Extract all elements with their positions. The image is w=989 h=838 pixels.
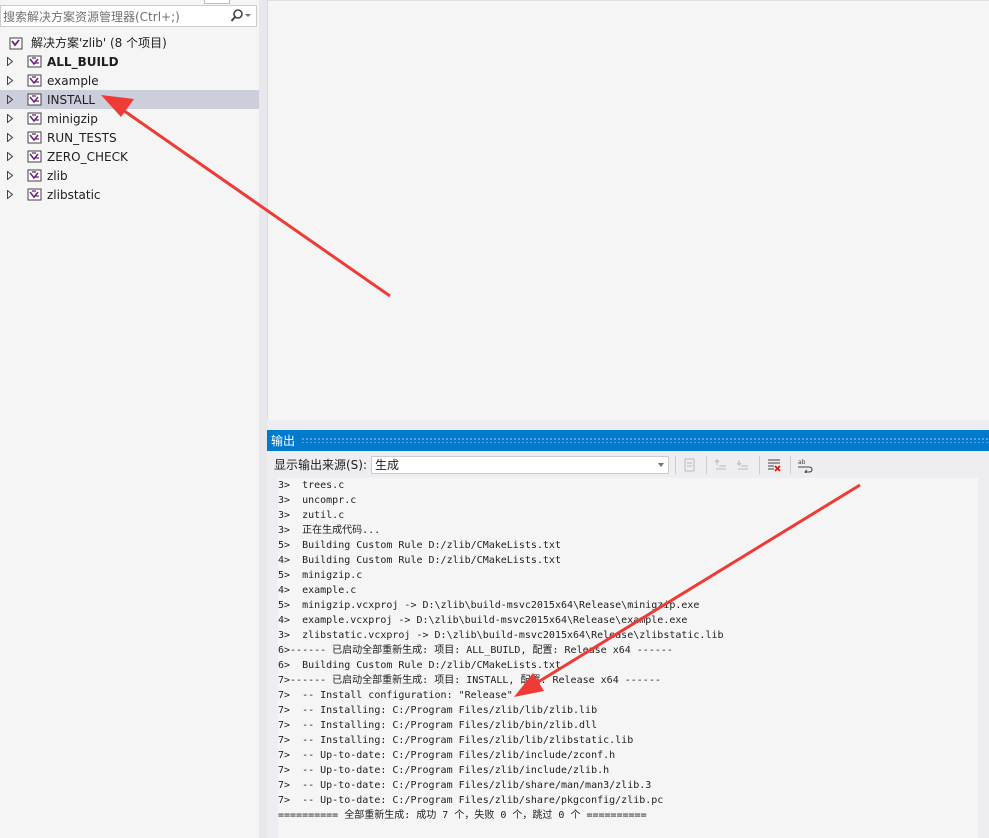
output-line: 4> example.vcxproj -> D:\zlib\build-msvc…	[278, 615, 688, 626]
output-title: 输出	[271, 434, 296, 448]
output-line: 5> Building Custom Rule D:/zlib/CMakeLis…	[278, 540, 561, 551]
output-line: 7> -- Installing: C:/Program Files/zlib/…	[278, 735, 634, 746]
output-line: 7>------ 已启动全部重新生成: 项目: INSTALL, 配置: Rel…	[278, 675, 661, 686]
output-line: 3> zlibstatic.vcxproj -> D:\zlib\build-m…	[278, 630, 724, 641]
project-label: INSTALL	[47, 92, 96, 107]
output-line: 7> -- Up-to-date: C:/Program Files/zlib/…	[278, 750, 616, 761]
expand-arrow-icon[interactable]	[7, 74, 14, 88]
vertical-splitter[interactable]	[259, 0, 267, 838]
project-item-zlibstatic[interactable]: zlibstatic	[0, 185, 259, 204]
output-line: 3> uncompr.c	[278, 495, 357, 506]
expand-arrow-icon[interactable]	[7, 93, 14, 107]
solution-label: 解决方案'zlib' (8 个项目)	[31, 36, 167, 50]
panel-edge-stub	[204, 0, 230, 4]
search-icon[interactable]	[230, 8, 252, 24]
output-line: 5> minigzip.vcxproj -> D:\zlib\build-msv…	[278, 600, 700, 611]
cpp-project-icon	[27, 74, 43, 88]
toolbar-separator	[790, 455, 792, 474]
output-line: 7> -- Up-to-date: C:/Program Files/zlib/…	[278, 795, 664, 806]
horizontal-splitter[interactable]	[267, 420, 989, 430]
output-source-dropdown[interactable]: 生成	[371, 455, 670, 474]
project-item-minigzip[interactable]: minigzip	[0, 109, 259, 128]
output-line: 6>------ 已启动全部重新生成: 项目: ALL_BUILD, 配置: R…	[278, 645, 673, 656]
go-to-next-message-button[interactable]	[733, 456, 753, 474]
cpp-project-icon	[27, 112, 43, 126]
project-label: minigzip	[47, 111, 98, 126]
clear-all-button[interactable]	[764, 456, 784, 474]
project-item-example[interactable]: example	[0, 71, 259, 90]
cpp-project-icon	[27, 188, 43, 202]
chevron-down-icon	[658, 462, 665, 467]
solution-icon	[9, 35, 25, 51]
drag-grip[interactable]	[301, 437, 989, 443]
expand-arrow-icon[interactable]	[7, 55, 14, 69]
expand-arrow-icon[interactable]	[7, 112, 14, 126]
cpp-project-icon	[27, 169, 43, 183]
go-to-previous-message-button[interactable]	[711, 456, 731, 474]
toolbar-separator	[706, 455, 708, 474]
toggle-word-wrap-button[interactable]: ab	[795, 456, 815, 474]
cpp-project-icon	[27, 150, 43, 164]
cpp-project-icon	[27, 55, 43, 69]
output-line: 7> -- Installing: C:/Program Files/zlib/…	[278, 720, 598, 731]
output-line: 3> trees.c	[278, 480, 345, 491]
output-line: 7> -- Install configuration: "Release"	[278, 690, 513, 701]
expand-arrow-icon[interactable]	[7, 169, 14, 183]
project-label: ZERO_CHECK	[47, 149, 128, 164]
cpp-project-icon	[27, 131, 43, 145]
output-line: 6> Building Custom Rule D:/zlib/CMakeLis…	[278, 660, 561, 671]
project-label: zlib	[47, 168, 68, 183]
output-line: 5> minigzip.c	[278, 570, 363, 581]
project-label: zlibstatic	[47, 187, 101, 202]
project-item-zlib[interactable]: zlib	[0, 166, 259, 185]
output-line: ========== 全部重新生成: 成功 7 个，失败 0 个，跳过 0 个 …	[278, 810, 647, 821]
project-item-all-build[interactable]: ALL_BUILD	[0, 52, 259, 71]
source-label: 显示输出来源(S):	[274, 458, 368, 472]
toolbar-separator	[675, 455, 677, 474]
output-window: 输出 显示输出来源(S): 生成 ab 3> trees.c 3> uncompr…	[267, 430, 989, 838]
output-line: 3> zutil.c	[278, 510, 345, 521]
solution-explorer: 解决方案'zlib' (8 个项目) ALL_BUILDexample INSTA…	[0, 0, 259, 838]
project-item-run-tests[interactable]: RUN_TESTS	[0, 128, 259, 147]
expand-arrow-icon[interactable]	[7, 131, 14, 145]
toolbar-separator	[759, 455, 761, 474]
output-line: 3> 正在生成代码...	[278, 525, 381, 536]
source-value: 生成	[375, 458, 400, 472]
svg-text:ab: ab	[798, 459, 806, 466]
output-title-bar[interactable]: 输出	[267, 430, 989, 451]
expand-arrow-icon[interactable]	[7, 188, 14, 202]
output-line: 7> -- Up-to-date: C:/Program Files/zlib/…	[278, 780, 652, 791]
cpp-project-icon	[27, 93, 43, 107]
output-text-area[interactable]: 3> trees.c 3> uncompr.c 3> zutil.c 3> 正在生成代…	[278, 478, 978, 838]
editor-area	[267, 0, 989, 420]
output-line: 4> example.c	[278, 585, 357, 596]
search-box[interactable]	[0, 5, 257, 27]
project-label: RUN_TESTS	[47, 130, 117, 145]
solution-tree: 解决方案'zlib' (8 个项目) ALL_BUILDexample INSTA…	[0, 33, 259, 204]
output-line: 7> -- Installing: C:/Program Files/zlib/…	[278, 705, 598, 716]
expand-arrow-icon[interactable]	[7, 150, 14, 164]
output-line: 4> Building Custom Rule D:/zlib/CMakeLis…	[278, 555, 561, 566]
project-label: example	[47, 73, 99, 88]
project-item-install[interactable]: INSTALL	[0, 90, 259, 109]
project-item-zero-check[interactable]: ZERO_CHECK	[0, 147, 259, 166]
solution-node[interactable]: 解决方案'zlib' (8 个项目)	[0, 33, 259, 52]
find-message-in-code-button[interactable]	[680, 456, 700, 474]
output-line: 7> -- Up-to-date: C:/Program Files/zlib/…	[278, 765, 610, 776]
project-label: ALL_BUILD	[47, 54, 119, 69]
search-input[interactable]	[1, 7, 230, 27]
output-toolbar: 显示输出来源(S): 生成 ab	[267, 451, 989, 478]
